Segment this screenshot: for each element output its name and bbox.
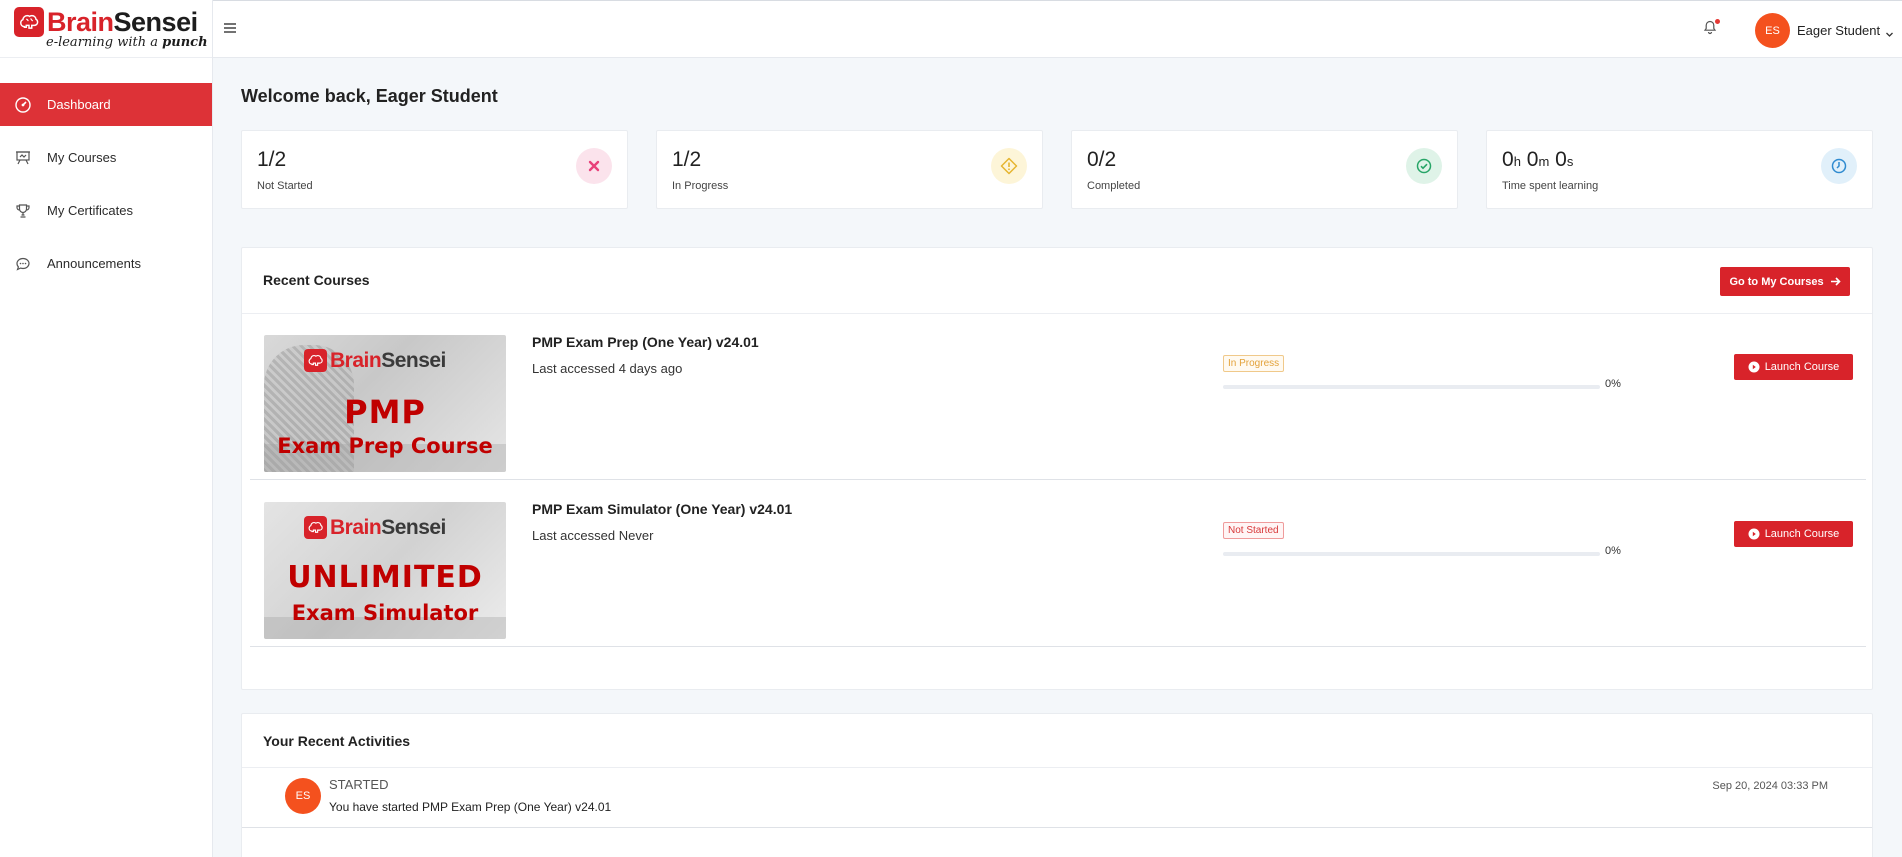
card-title: Your Recent Activities: [263, 733, 411, 749]
course-last-accessed: Last accessed 4 days ago: [532, 361, 683, 376]
brand-name: BrainSensei: [47, 7, 198, 37]
hamburger-menu-icon[interactable]: [223, 21, 241, 39]
check-circle-icon: [1406, 148, 1442, 184]
stat-value: 1/2: [257, 148, 287, 171]
sidebar-item-dashboard[interactable]: Dashboard: [0, 83, 212, 126]
status-badge: In Progress: [1223, 355, 1285, 372]
sidebar-item-label: Dashboard: [47, 97, 111, 112]
dashboard-gauge-icon: [14, 96, 31, 113]
stat-label: In Progress: [672, 180, 729, 192]
recent-courses-card: Recent Courses Go to My Courses BrainSen…: [241, 247, 1873, 690]
course-thumbnail[interactable]: BrainSensei PMP Exam Prep Course: [264, 335, 506, 472]
sidebar: BrainSensei e-learning with a punch Dash…: [0, 0, 213, 857]
progress-bar: [1223, 552, 1600, 556]
progress-bar: [1223, 385, 1600, 389]
clock-icon: [1821, 148, 1857, 184]
brand-tagline: e-learning with a punch: [46, 35, 208, 50]
course-name[interactable]: PMP Exam Simulator (One Year) v24.01: [532, 501, 792, 517]
close-x-icon: [576, 148, 612, 184]
stat-card-not-started: 1/2 Not Started: [241, 130, 628, 209]
launch-course-button[interactable]: Launch Course: [1734, 354, 1853, 380]
sidebar-item-my-certificates[interactable]: My Certificates: [0, 189, 212, 232]
brain-logo-icon: [14, 7, 44, 37]
course-name[interactable]: PMP Exam Prep (One Year) v24.01: [532, 334, 759, 350]
sidebar-item-my-courses[interactable]: My Courses: [0, 136, 212, 179]
thumbnail-brand-logo: BrainSensei: [304, 516, 446, 539]
play-circle-icon: [1748, 528, 1760, 540]
sidebar-item-announcements[interactable]: Announcements: [0, 242, 212, 285]
avatar: ES: [285, 778, 321, 814]
stat-label: Completed: [1087, 180, 1141, 192]
warning-diamond-icon: [991, 148, 1027, 184]
stat-value: 1/2: [672, 148, 702, 171]
play-circle-icon: [1748, 361, 1760, 373]
stat-card-completed: 0/2 Completed: [1071, 130, 1458, 209]
arrow-right-icon: [1830, 277, 1841, 286]
brand-logo[interactable]: BrainSensei e-learning with a punch: [0, 0, 212, 58]
stat-label: Time spent learning: [1502, 180, 1599, 192]
page-title: Welcome back, Eager Student: [241, 86, 498, 106]
thumbnail-title: UNLIMITED: [287, 560, 483, 595]
card-header: Your Recent Activities: [242, 714, 1872, 768]
thumbnail-subtitle: Exam Prep Course: [277, 434, 493, 458]
trophy-icon: [14, 202, 31, 219]
card-header: Recent Courses Go to My Courses: [242, 248, 1872, 314]
stat-card-time-spent: 0h 0m 0s Time spent learning: [1486, 130, 1873, 209]
activity-type: STARTED: [329, 777, 389, 792]
progress-percent: 0%: [1605, 545, 1621, 557]
status-badge: Not Started: [1223, 522, 1284, 539]
thumbnail-subtitle: Exam Simulator: [291, 601, 479, 625]
brain-logo-icon: [304, 516, 327, 539]
chevron-down-icon: [1885, 26, 1894, 37]
sidebar-item-label: My Certificates: [47, 203, 133, 218]
brain-logo-icon: [304, 349, 327, 372]
course-thumbnail[interactable]: BrainSensei UNLIMITED Exam Simulator: [264, 502, 506, 639]
card-title: Recent Courses: [263, 272, 370, 288]
sidebar-item-label: My Courses: [47, 150, 117, 165]
course-row: BrainSensei PMP Exam Prep Course PMP Exa…: [250, 314, 1866, 480]
course-row: BrainSensei UNLIMITED Exam Simulator PMP…: [250, 481, 1866, 647]
thumbnail-brand-logo: BrainSensei: [304, 349, 446, 372]
course-last-accessed: Last accessed Never: [532, 528, 654, 543]
go-to-my-courses-button[interactable]: Go to My Courses: [1720, 267, 1850, 296]
topbar: ES Eager Student: [213, 0, 1902, 58]
user-menu[interactable]: ES Eager Student: [1755, 13, 1894, 48]
recent-activities-card: Your Recent Activities ES STARTED You ha…: [241, 713, 1873, 857]
stat-value: 0/2: [1087, 148, 1117, 171]
activity-item: ES STARTED You have started PMP Exam Pre…: [242, 768, 1872, 828]
notification-bell-icon[interactable]: [1702, 19, 1720, 37]
activity-timestamp: Sep 20, 2024 03:33 PM: [1712, 780, 1828, 792]
stat-card-in-progress: 1/2 In Progress: [656, 130, 1043, 209]
notification-dot: [1715, 19, 1720, 24]
sidebar-nav: Dashboard My Courses My Certificates Ann…: [0, 83, 212, 285]
progress-percent: 0%: [1605, 378, 1621, 390]
sidebar-item-label: Announcements: [47, 256, 141, 271]
presentation-board-icon: [14, 149, 31, 166]
stat-value-time: 0h 0m 0s: [1502, 148, 1574, 171]
thumbnail-title: PMP: [344, 393, 426, 431]
launch-course-button[interactable]: Launch Course: [1734, 521, 1853, 547]
chat-bubble-icon: [14, 255, 31, 272]
activity-description: You have started PMP Exam Prep (One Year…: [329, 800, 612, 814]
avatar: ES: [1755, 13, 1790, 48]
stat-label: Not Started: [257, 180, 313, 192]
user-name: Eager Student: [1797, 23, 1881, 38]
